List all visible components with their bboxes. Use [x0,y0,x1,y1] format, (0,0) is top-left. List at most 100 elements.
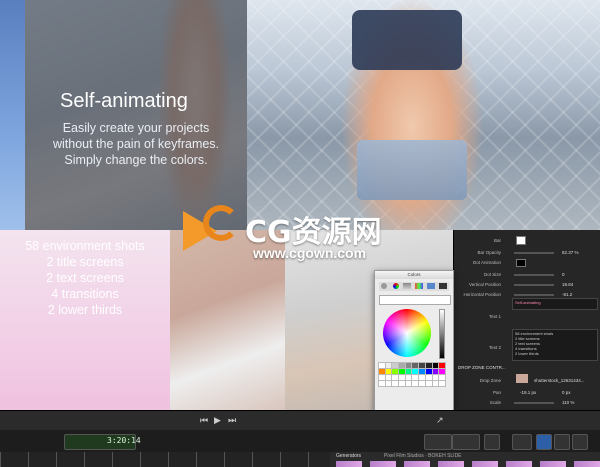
color-swatch[interactable] [411,374,420,381]
row-value[interactable]: 18.84 [562,282,573,287]
color-swatch[interactable] [424,380,433,387]
slider[interactable] [514,294,554,296]
slider[interactable] [514,274,554,276]
slider[interactable] [514,402,554,404]
color-swatch[interactable] [424,362,433,369]
color-swatch[interactable] [438,380,446,387]
fullscreen-icon[interactable]: ↗ [436,415,444,426]
row-pan[interactable]: Pan -19.1 px 0 px [454,388,600,398]
color-swatch[interactable] [378,368,386,375]
color-swatch[interactable] [391,368,400,375]
row-value[interactable]: 82.37 % [562,250,579,255]
color-swatch[interactable] [438,362,446,369]
generator-thumb[interactable] [370,461,396,467]
skimming-button[interactable] [452,434,480,450]
crayons-mode-icon[interactable] [439,283,447,289]
color-swatch[interactable] [418,368,426,375]
color-swatch[interactable] [384,380,393,387]
row-vertical-position[interactable]: Vertical Position 18.84 [454,280,600,290]
color-swatch[interactable] [398,374,406,381]
color-swatch[interactable] [411,368,420,375]
color-swatch[interactable] [378,374,386,381]
color-swatch[interactable] [384,368,393,375]
color-swatch[interactable] [438,374,446,381]
feature-item: 2 title screens [46,255,124,269]
color-wheel-mode-icon[interactable] [393,283,399,289]
drop-zone-thumb[interactable] [516,374,528,383]
skip-forward-icon[interactable]: ⏭ [228,415,236,426]
color-swatch[interactable] [391,362,400,369]
section-header[interactable]: DROP ZONE CONTR... [458,365,506,370]
color-swatch[interactable] [431,374,440,381]
zoom-button[interactable] [512,434,532,450]
generator-thumb[interactable] [506,461,532,467]
toolbar: 3:20:14 [0,430,600,452]
color-swatch[interactable] [411,362,420,369]
play-icon[interactable]: ▶ [214,415,221,426]
slider[interactable] [514,252,554,254]
color-well[interactable] [516,236,526,245]
timecode-display[interactable]: 3:20:14 [64,434,141,450]
color-swatch[interactable] [398,362,406,369]
color-swatch[interactable] [378,380,386,387]
color-swatch[interactable] [378,362,386,369]
generator-thumb[interactable] [336,461,362,467]
color-swatch[interactable] [391,380,400,387]
color-swatch[interactable] [398,380,406,387]
inspector-toggle-button[interactable] [554,434,570,450]
color-swatch[interactable] [391,374,400,381]
text2-field[interactable]: 58 environment shots 2 title screens 2 t… [512,329,598,361]
colors-window[interactable]: Colors [374,270,454,414]
color-swatch[interactable] [404,368,413,375]
row-dot-size[interactable]: Dot Size 0 [454,270,600,280]
color-swatch[interactable] [404,362,413,369]
row-bar-opacity[interactable]: Bar Opacity 82.37 % [454,248,600,258]
color-wheel[interactable] [383,309,431,357]
generator-thumb[interactable] [540,461,566,467]
generator-thumb[interactable] [574,461,600,467]
skip-back-icon[interactable]: ⏮ [200,415,208,426]
select-tool-button[interactable] [424,434,452,450]
row-drop-zone[interactable]: Drop Zone shutterstock_12631434... [454,374,600,386]
magnifier-icon[interactable] [381,283,387,289]
text1-field[interactable]: Self-animating [512,298,598,310]
row-bar[interactable]: Bar [454,236,600,246]
color-swatch[interactable] [398,368,406,375]
browser-tab[interactable]: Generators [336,453,361,459]
color-swatch[interactable] [418,374,426,381]
palette-mode-icon[interactable] [415,283,423,289]
row-dot-animation[interactable]: Dot Animation [454,258,600,268]
timeline-ruler[interactable] [0,452,330,467]
color-swatch[interactable] [384,374,393,381]
color-swatch[interactable] [424,374,433,381]
generator-thumb[interactable] [438,461,464,467]
row-scale[interactable]: Scale 110 % [454,398,600,408]
row-value[interactable]: 0 [562,272,565,277]
sliders-mode-icon[interactable] [403,283,411,289]
color-swatch[interactable] [418,362,426,369]
color-well[interactable] [516,259,526,267]
color-swatches[interactable] [378,362,446,409]
browser-toggle-button[interactable] [536,434,552,450]
row-value[interactable]: -81.2 [562,292,572,297]
brightness-slider[interactable] [439,309,445,359]
color-swatch[interactable] [404,374,413,381]
color-swatch[interactable] [431,362,440,369]
generator-thumb[interactable] [404,461,430,467]
colors-mode-bar[interactable] [379,282,449,291]
color-swatch[interactable] [431,368,440,375]
color-preview[interactable] [379,295,451,305]
audio-button[interactable] [484,434,500,450]
generator-thumb[interactable] [472,461,498,467]
color-swatch[interactable] [404,380,413,387]
slider[interactable] [514,284,554,286]
color-swatch[interactable] [411,380,420,387]
effects-browser: Generators Pixel Film Studios · BOKEH SL… [330,452,600,467]
color-swatch[interactable] [431,380,440,387]
image-mode-icon[interactable] [427,283,435,289]
color-swatch[interactable] [438,368,446,375]
color-swatch[interactable] [418,380,426,387]
color-swatch[interactable] [424,368,433,375]
color-swatch[interactable] [384,362,393,369]
themes-button[interactable] [572,434,588,450]
